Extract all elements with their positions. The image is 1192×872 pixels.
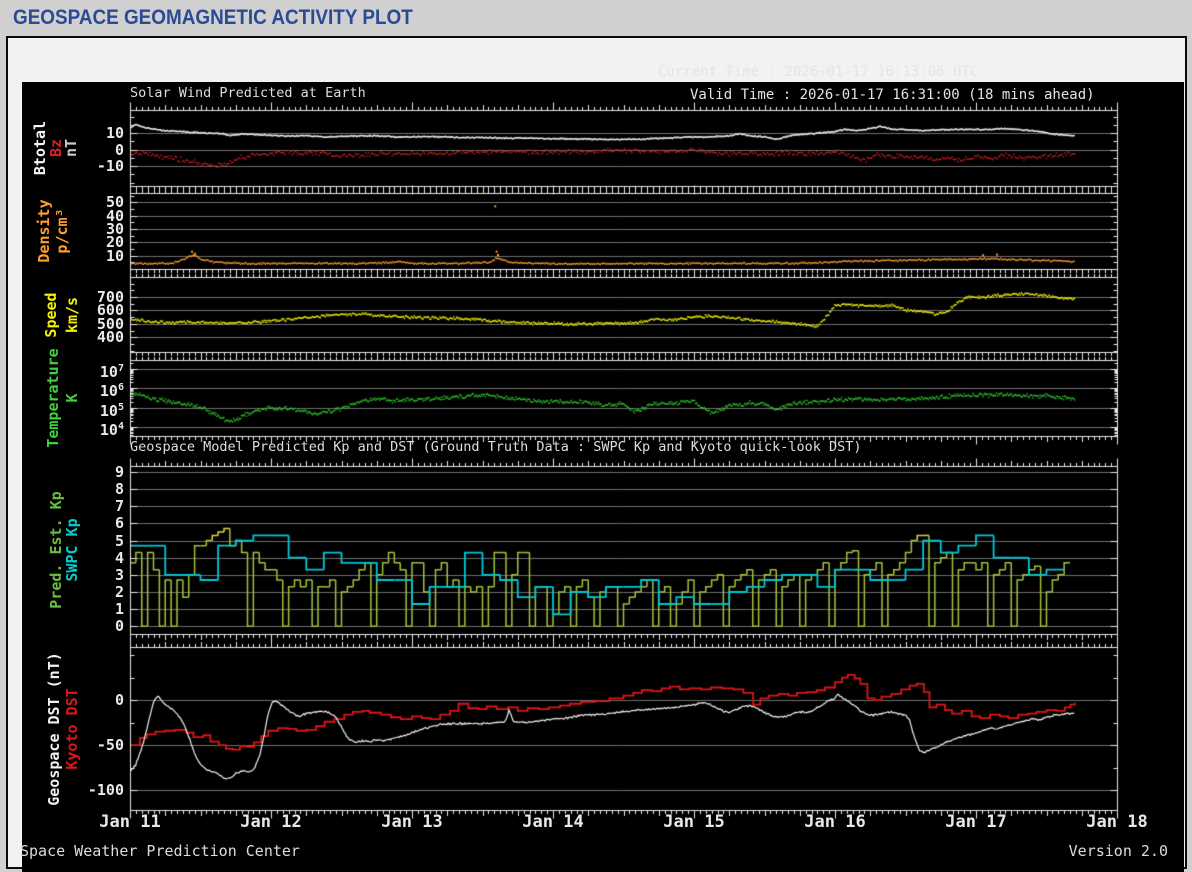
geospace-activity-page: GEOSPACE GEOMAGNETIC ACTIVITY PLOT Geosp… xyxy=(0,0,1192,872)
y-tick-label: -100 xyxy=(87,781,124,800)
chart-canvas xyxy=(0,0,1192,872)
footer-version: Version 2.0 xyxy=(1068,842,1168,860)
y-tick-label: 7 xyxy=(114,497,124,516)
y-tick-label: 400 xyxy=(96,328,124,347)
y-tick-label: 105 xyxy=(99,401,124,420)
y-tick-label: 6 xyxy=(114,514,124,533)
y-tick-label: 10 xyxy=(105,246,124,265)
subtitle-solar-wind: Solar Wind Predicted at Earth xyxy=(130,85,366,101)
y-tick-label: 3 xyxy=(114,565,124,584)
x-tick-label: Jan 12 xyxy=(240,812,302,832)
y-tick-label: 0 xyxy=(114,617,124,636)
x-tick-label: Jan 17 xyxy=(945,812,1007,832)
y-tick-label: -10 xyxy=(96,157,124,176)
x-tick-label: Jan 11 xyxy=(99,812,161,832)
x-tick-label: Jan 16 xyxy=(804,812,866,832)
y-tick-label: -50 xyxy=(96,736,124,755)
x-tick-label: Jan 13 xyxy=(381,812,443,832)
plot-title: Geospace Timeline : Latest 7 Days xyxy=(130,59,488,80)
y-tick-label: 1 xyxy=(114,600,124,619)
x-tick-label: Jan 14 xyxy=(522,812,584,832)
y-tick-label: 0 xyxy=(114,140,124,159)
valid-time-label: Valid Time : 2026-01-17 16:31:00 (18 min… xyxy=(690,87,1095,103)
subtitle-kp-dst: Geospace Model Predicted Kp and DST (Gro… xyxy=(130,439,862,455)
y-tick-label: 106 xyxy=(99,382,124,401)
panel-axis-label: Density xyxy=(35,199,53,263)
y-tick-label: 104 xyxy=(99,421,124,440)
y-tick-label: 8 xyxy=(114,480,124,499)
y-tick-label: 9 xyxy=(114,463,124,481)
y-tick-label: 5 xyxy=(114,531,124,550)
y-tick-label: 10 xyxy=(105,124,124,143)
y-tick-label: 0 xyxy=(114,691,124,710)
footer-source: Space Weather Prediction Center xyxy=(20,842,300,860)
x-tick-label: Jan 18 xyxy=(1086,812,1148,832)
y-tick-label: 2 xyxy=(114,583,124,601)
current-time-label: Current Time : 2026-01-17 16:13:06 UTC xyxy=(658,64,979,80)
y-tick-label: 107 xyxy=(99,362,124,381)
x-tick-label: Jan 15 xyxy=(663,812,725,832)
y-tick-label: 4 xyxy=(114,548,124,567)
